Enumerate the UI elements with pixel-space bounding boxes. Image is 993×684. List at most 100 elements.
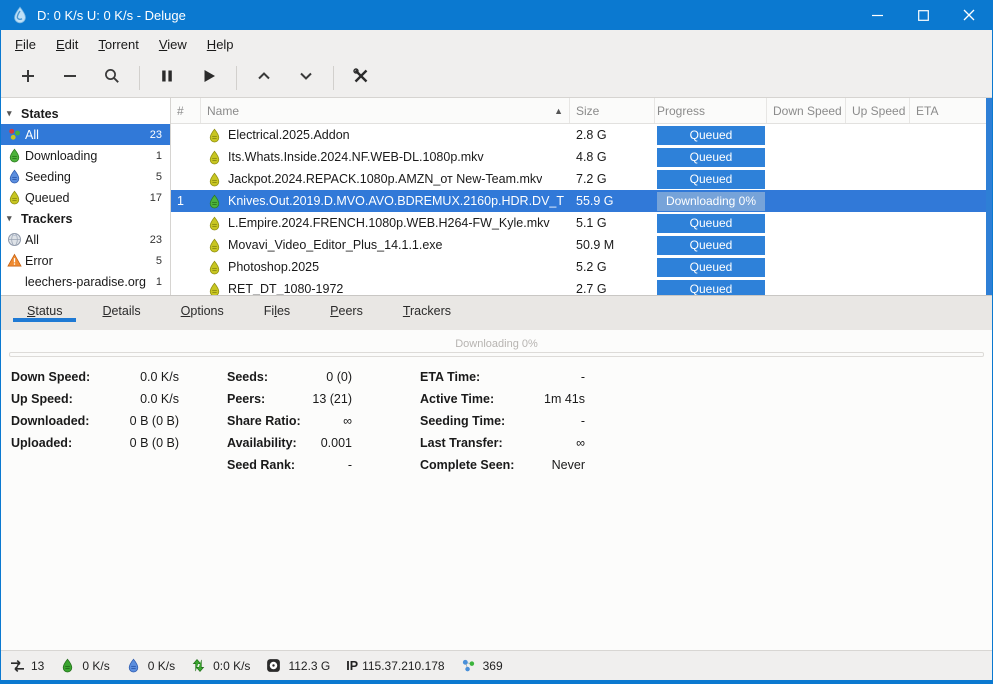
torrent-row[interactable]: Photoshop.20255.2 GQueued bbox=[171, 256, 992, 278]
torrent-row[interactable]: Its.Whats.Inside.2024.NF.WEB-DL.1080p.mk… bbox=[171, 146, 992, 168]
column-header-down-speed[interactable]: Down Speed bbox=[767, 98, 846, 123]
tab-options[interactable]: Options bbox=[167, 296, 238, 322]
stat-value: ∞ bbox=[301, 411, 352, 433]
stat-value: - bbox=[514, 411, 585, 433]
column-header-progress[interactable]: Progress bbox=[655, 98, 767, 123]
minimize-button[interactable] bbox=[854, 0, 900, 30]
torrent-progress: Queued bbox=[657, 126, 765, 145]
torrent-row[interactable]: Movavi_Video_Editor_Plus_14.1.1.exe50.9 … bbox=[171, 234, 992, 256]
maximize-button[interactable] bbox=[900, 0, 946, 30]
statusbar-value: 13 bbox=[31, 659, 44, 673]
statusbar-download-drop[interactable]: 0 K/s bbox=[60, 658, 109, 674]
collapse-triangle-icon: ▾ bbox=[7, 108, 21, 119]
connections-icon bbox=[9, 658, 26, 674]
queue-up-button[interactable] bbox=[243, 62, 285, 94]
sidebar-item-error[interactable]: Error5 bbox=[1, 250, 170, 271]
vertical-scrollbar[interactable] bbox=[986, 98, 992, 295]
sidebar-item-count: 1 bbox=[156, 150, 162, 162]
torrent-row[interactable]: Jackpot.2024.REPACK.1080p.AMZN_от New-Te… bbox=[171, 168, 992, 190]
sidebar-item-all[interactable]: All23 bbox=[1, 124, 170, 145]
menu-file[interactable]: File bbox=[5, 33, 46, 56]
sidebar-item-label: leechers-paradise.org bbox=[25, 275, 156, 289]
sidebar-item-count: 5 bbox=[156, 255, 162, 267]
downloading-icon bbox=[7, 148, 25, 164]
menu-view[interactable]: View bbox=[149, 33, 197, 56]
pause-button[interactable] bbox=[146, 62, 188, 94]
torrent-up-speed bbox=[846, 256, 910, 278]
statusbar-upload-drop[interactable]: 0 K/s bbox=[126, 658, 175, 674]
sidebar-section-trackers[interactable]: ▾Trackers bbox=[1, 208, 170, 229]
sidebar-item-label: Error bbox=[25, 254, 156, 268]
torrent-progress-bar bbox=[9, 352, 984, 357]
globe-icon bbox=[7, 232, 25, 248]
sidebar-item-downloading[interactable]: Downloading1 bbox=[1, 145, 170, 166]
table-body: Electrical.2025.Addon2.8 GQueuedIts.What… bbox=[171, 124, 992, 295]
tab-files[interactable]: Files bbox=[250, 296, 304, 322]
statusbar-protocol-traffic: 0:0 K/s bbox=[191, 658, 250, 674]
sidebar-item-all[interactable]: All23 bbox=[1, 229, 170, 250]
sidebar-item-queued[interactable]: Queued17 bbox=[1, 187, 170, 208]
queue-down-button[interactable] bbox=[285, 62, 327, 94]
torrent-row[interactable]: 1Knives.Out.2019.D.MVO.AVO.BDREMUX.2160p… bbox=[171, 190, 992, 212]
sidebar-item-seeding[interactable]: Seeding5 bbox=[1, 166, 170, 187]
sidebar-item-count: 17 bbox=[150, 192, 162, 204]
stat-label: Complete Seen: bbox=[420, 455, 514, 477]
torrent-row[interactable]: Electrical.2025.Addon2.8 GQueued bbox=[171, 124, 992, 146]
torrent-name: Photoshop.2025 bbox=[228, 260, 319, 274]
download-drop-icon bbox=[60, 658, 77, 674]
statusbar-connections[interactable]: 13 bbox=[9, 658, 44, 674]
column-header-name[interactable]: Name▲ bbox=[201, 98, 570, 123]
menu-help[interactable]: Help bbox=[197, 33, 244, 56]
stat-value: 0.001 bbox=[301, 433, 352, 455]
progress-caption: Downloading 0% bbox=[1, 330, 992, 352]
column-header-size[interactable]: Size bbox=[570, 98, 655, 123]
scrollbar-thumb[interactable] bbox=[986, 98, 992, 295]
add-torrent-button[interactable] bbox=[7, 62, 49, 94]
torrent-progress: Downloading 0% bbox=[657, 192, 765, 211]
tab-trackers[interactable]: Trackers bbox=[389, 296, 465, 322]
torrent-progress: Queued bbox=[657, 148, 765, 167]
torrent-eta bbox=[910, 124, 992, 146]
menu-edit[interactable]: Edit bbox=[46, 33, 88, 56]
sidebar-item-label: Seeding bbox=[25, 170, 156, 184]
dht-nodes-icon bbox=[461, 658, 478, 674]
column-header-up-speed[interactable]: Up Speed bbox=[846, 98, 910, 123]
queued-icon bbox=[207, 282, 224, 296]
stat-label: Active Time: bbox=[420, 389, 514, 411]
tab-details[interactable]: Details bbox=[88, 296, 154, 322]
tab-peers[interactable]: Peers bbox=[316, 296, 377, 322]
stat-label: Down Speed: bbox=[11, 367, 90, 389]
torrent-progress: Queued bbox=[657, 214, 765, 233]
remove-torrent-button[interactable] bbox=[49, 62, 91, 94]
menubar: FileEditTorrentViewHelp bbox=[1, 30, 992, 58]
find-torrent-button[interactable] bbox=[91, 62, 133, 94]
torrent-name: RET_DT_1080-1972 bbox=[228, 282, 343, 295]
sidebar-item-label: All bbox=[25, 233, 150, 247]
tab-status[interactable]: Status bbox=[13, 296, 76, 322]
sidebar-item-label: Queued bbox=[25, 191, 150, 205]
stat-label: Uploaded: bbox=[11, 433, 90, 455]
statusbar-value: 369 bbox=[483, 659, 503, 673]
sidebar-item-label: All bbox=[25, 128, 150, 142]
torrent-row[interactable]: RET_DT_1080-19722.7 GQueued bbox=[171, 278, 992, 295]
preferences-button[interactable] bbox=[340, 62, 382, 94]
tools-icon bbox=[352, 67, 370, 88]
queue-position bbox=[171, 234, 201, 256]
sidebar-item-leechers-paradise-org[interactable]: leechers-paradise.org1 bbox=[1, 271, 170, 292]
torrent-size: 5.2 G bbox=[570, 256, 655, 278]
queued-icon bbox=[207, 128, 224, 143]
column-header-num[interactable]: # bbox=[171, 98, 201, 123]
close-button[interactable] bbox=[946, 0, 992, 30]
sidebar-section-states[interactable]: ▾States bbox=[1, 103, 170, 124]
torrent-size: 4.8 G bbox=[570, 146, 655, 168]
deluge-logo-icon bbox=[11, 6, 29, 24]
column-header-eta[interactable]: ETA bbox=[910, 98, 992, 123]
statusbar-dht-nodes: 369 bbox=[461, 658, 503, 674]
torrent-down-speed bbox=[767, 190, 846, 212]
stat-value: - bbox=[301, 455, 352, 477]
torrent-row[interactable]: L.Empire.2024.FRENCH.1080p.WEB.H264-FW_K… bbox=[171, 212, 992, 234]
resume-button[interactable] bbox=[188, 62, 230, 94]
statusbar: 130 K/s0 K/s0:0 K/s112.3 GIP115.37.210.1… bbox=[1, 650, 992, 680]
menu-torrent[interactable]: Torrent bbox=[88, 33, 148, 56]
statusbar-value: 0:0 K/s bbox=[213, 659, 250, 673]
